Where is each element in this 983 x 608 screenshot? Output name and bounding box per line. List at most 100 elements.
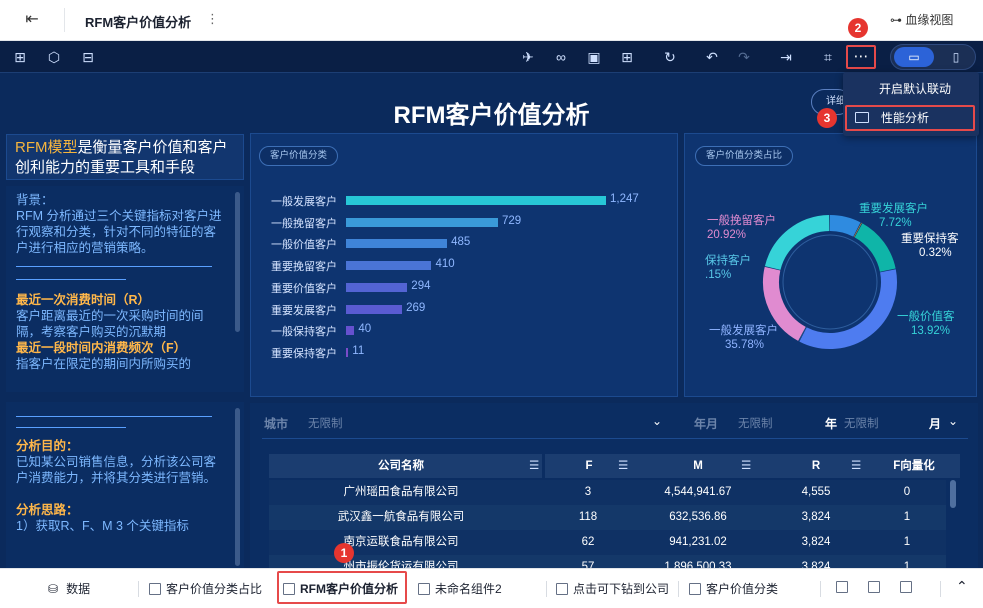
donut-slice[interactable] (799, 269, 897, 349)
bottom-component-bar: ⛁ 数据 客户价值分类占比 RFM客户价值分析 未命名组件2 点击可下钻到公司 客… (0, 568, 983, 608)
step-badge-3: 3 (817, 108, 837, 128)
add-chart-icon[interactable]: ⊞ (10, 47, 30, 67)
chevron-down-icon[interactable]: ⌄ (948, 414, 958, 428)
donut-label-name: 一般挽留客户 (707, 213, 776, 227)
add-component-icon[interactable]: ⬡ (44, 47, 64, 67)
tab-label: 客户价值分类占比 (166, 582, 263, 596)
add-table-icon[interactable] (868, 580, 885, 594)
bar-category-label: 一般保持客户 (271, 326, 337, 339)
bar[interactable] (346, 304, 403, 314)
donut-slice[interactable] (829, 215, 861, 237)
refresh-icon[interactable]: ↻ (660, 47, 680, 67)
filter-image-icon[interactable]: ▣ (584, 47, 604, 67)
bar[interactable] (346, 326, 355, 336)
donut-chart: 重要发展客户 7.72% 重要保持客 0.32% 一般价值客 13.92% 一般发展客户 35… (705, 201, 959, 351)
table-cell: 0 (903, 486, 911, 498)
add-chart-icon[interactable] (836, 580, 853, 594)
f-title: 最近一段时间内消费频次（F） (16, 341, 187, 355)
divider (64, 8, 65, 32)
lineage-label: 血缘视图 (905, 13, 954, 27)
goal-text: 已知某公司销售信息，分析该公司客户消费能力，并将其分类进行营销。 (16, 455, 217, 485)
collapse-icon[interactable]: ⌃ (956, 578, 968, 595)
table-cell: 118 (578, 511, 598, 523)
desktop-view-icon[interactable]: ▭ (894, 47, 934, 67)
redo-icon[interactable]: ↷ (734, 47, 754, 67)
tab-drilldown[interactable]: 点击可下钻到公司 (556, 580, 669, 597)
table-cell: 3,824 (801, 511, 831, 523)
divider (16, 279, 126, 280)
donut-label-percent: 7.72% (879, 217, 912, 229)
tab-label: 点击可下钻到公司 (573, 582, 670, 596)
theme-icon[interactable]: ✈ (518, 47, 538, 67)
tab-data[interactable]: ⛁ 数据 (48, 580, 90, 597)
bar[interactable] (346, 261, 432, 271)
bar-value-label: 269 (406, 301, 426, 314)
donut-label-percent: 13.92% (911, 325, 950, 337)
divider (820, 581, 821, 597)
toolbar: ⊞ ⬡ ⊟ ✈ ∞ ▣ ⊞ ↻ ↶ ↷ ⇥ ⌗ ⋯ ▭ ▯ (0, 41, 983, 73)
chart-icon (556, 583, 568, 595)
bar-value-label: 294 (411, 279, 431, 292)
chevron-down-icon[interactable]: ⌄ (652, 414, 662, 428)
mobile-view-icon[interactable]: ▯ (941, 47, 971, 67)
year-filter-select[interactable]: 无限制 (844, 415, 879, 431)
bar-chart-tag: 客户价值分类 (259, 146, 339, 166)
export-icon[interactable]: ⇥ (776, 47, 796, 67)
tab-value-share[interactable]: 客户价值分类占比 (149, 580, 262, 597)
donut-label-name: 一般价值客 (897, 309, 955, 323)
table-cell: 4,555 (801, 486, 831, 498)
tab-value-class[interactable]: 客户价值分类 (689, 580, 778, 597)
tab-label: 数据 (66, 582, 91, 596)
bar-value-label: 410 (435, 258, 455, 271)
lineage-view-button[interactable]: ⊶ 血缘视图 (890, 11, 953, 28)
add-component-icon[interactable] (900, 580, 917, 594)
year-filter-label: 年 (825, 417, 838, 431)
intro-scrollbar[interactable] (235, 192, 240, 332)
layout-icon[interactable]: ⊞ (617, 47, 637, 67)
table-cell: 南京运联食品有限公司 (343, 536, 459, 548)
screenshot-icon[interactable]: ⌗ (818, 47, 838, 67)
bar[interactable] (346, 347, 349, 357)
lineage-icon: ⊶ (890, 13, 906, 27)
month-filter-select[interactable]: 无限制 (738, 415, 773, 431)
bar-value-label: 40 (358, 323, 372, 336)
header-label: M (693, 460, 703, 472)
bar[interactable] (346, 217, 498, 227)
bar[interactable] (346, 196, 606, 205)
city-filter-select[interactable]: 无限制 (308, 415, 343, 431)
back-icon[interactable]: ⇤ (22, 10, 42, 30)
chart-icon (689, 583, 701, 595)
table-cell: 广州瑶田食品有限公司 (343, 486, 459, 498)
undo-icon[interactable]: ↶ (702, 47, 722, 67)
sort-icon[interactable]: ☰ (529, 454, 542, 478)
menu-item-default-linkage[interactable]: 开启默认联动 (879, 80, 951, 97)
add-table-icon[interactable]: ⊟ (78, 47, 98, 67)
donut-label-name: 保持客户 (705, 253, 751, 267)
bar-value-label: 485 (451, 236, 471, 249)
sort-icon[interactable]: ☰ (618, 454, 632, 478)
sort-icon[interactable]: ☰ (741, 454, 755, 478)
bar-category-label: 一般发展客户 (271, 196, 337, 208)
menu-item-performance-analysis[interactable]: 性能分析 (845, 105, 975, 131)
bar[interactable] (346, 282, 408, 292)
column-header-f-vector[interactable]: F向量化 (868, 454, 960, 478)
intro-header: RFM模型是衡量客户价值和客户创利能力的重要工具和手段 (6, 134, 244, 180)
link-icon[interactable]: ∞ (551, 47, 571, 67)
donut-label-percent: 20.92% (707, 229, 746, 241)
active-tab-highlight (277, 571, 407, 604)
more-options-button[interactable]: ⋯ (846, 45, 876, 69)
analysis-scrollbar[interactable] (235, 408, 240, 566)
more-vertical-icon[interactable]: ⋮ (206, 11, 219, 27)
sort-icon[interactable]: ☰ (851, 454, 865, 478)
donut-inner-ring (782, 234, 878, 330)
chart-icon (149, 583, 161, 595)
header-label: F向量化 (893, 460, 935, 472)
header-label: R (811, 460, 821, 472)
table-scrollbar[interactable] (950, 480, 956, 508)
column-header-company[interactable]: 公司名称 (269, 454, 533, 478)
bar[interactable] (346, 239, 448, 249)
table-cell: 62 (581, 536, 595, 548)
divider (16, 427, 126, 428)
chart-icon (418, 583, 430, 595)
tab-untitled-2[interactable]: 未命名组件2 (418, 580, 502, 597)
